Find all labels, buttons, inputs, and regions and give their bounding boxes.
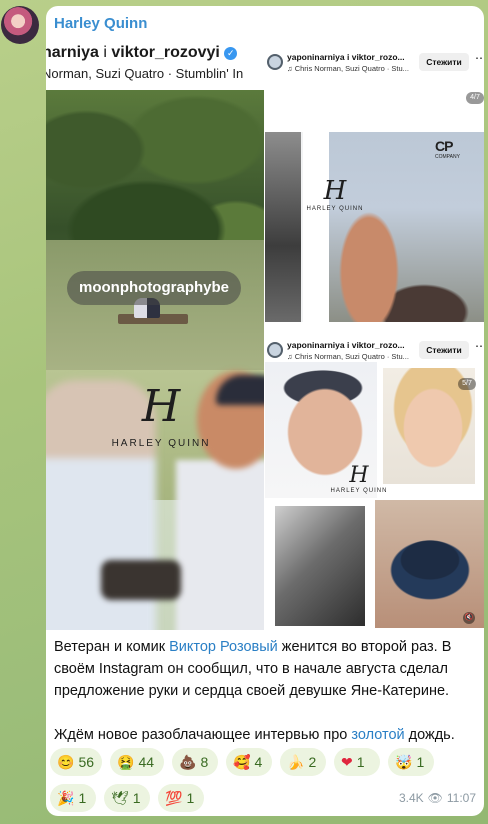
story-mention-tag: moonphotographybe bbox=[67, 271, 241, 305]
caption-link-golden[interactable]: золотой bbox=[351, 727, 404, 743]
reaction-hundred[interactable]: 💯 1 bbox=[158, 784, 204, 812]
ig-avatar bbox=[267, 342, 283, 358]
reaction-count: 1 bbox=[132, 790, 141, 806]
heart-icon: ❤ bbox=[341, 754, 353, 770]
ig-follow-button: Стежити bbox=[419, 341, 469, 359]
mind-blown-icon: 🤯 bbox=[395, 754, 413, 770]
ig-photo-2-ring bbox=[375, 500, 484, 628]
channel-name[interactable]: Harley Quinn bbox=[54, 15, 147, 32]
reaction-count: 1 bbox=[78, 790, 87, 806]
vomit-icon: 🤮 bbox=[117, 754, 135, 770]
ig-photo-1-main bbox=[329, 132, 484, 322]
ig-follow-button: Стежити bbox=[419, 53, 469, 71]
logo-word: HARLEY QUINN bbox=[111, 438, 211, 449]
ig-photo-1-strip bbox=[303, 132, 329, 322]
eye-icon: 👁 bbox=[427, 791, 443, 805]
ig-post-header-1: yaponinarniya і viktor_rozo... ♫ Chris N… bbox=[265, 48, 484, 88]
reaction-love[interactable]: 🥰 4 bbox=[226, 748, 272, 776]
channel-avatar[interactable] bbox=[1, 6, 39, 44]
reaction-count: 1 bbox=[416, 754, 425, 770]
reaction-poop[interactable]: 💩 8 bbox=[172, 748, 218, 776]
story-username-1: narniya bbox=[46, 44, 99, 61]
ig-page-counter: 4/7 bbox=[466, 92, 484, 104]
story-usernames: narniya і viktor_rozovyi ✓ bbox=[46, 44, 238, 62]
caption-paragraph-2: Ждём новое разоблачающее интервью про зо… bbox=[54, 724, 474, 746]
more-icon: ⋯ bbox=[475, 339, 484, 353]
story-music: Norman, Suzi Quatro · Stumblin' In bbox=[46, 66, 244, 81]
hundred-icon: 💯 bbox=[165, 790, 183, 806]
ig-page-counter: 5/7 bbox=[458, 378, 476, 390]
ig-photo-1-left bbox=[265, 132, 301, 322]
ig-music: ♫ Chris Norman, Suzi Quatro · Stu... bbox=[287, 352, 409, 361]
ig-music: ♫ Chris Norman, Suzi Quatro · Stu... bbox=[287, 64, 409, 73]
ig-avatar bbox=[267, 54, 283, 70]
reaction-heart[interactable]: ❤ 1 bbox=[334, 748, 380, 776]
reaction-mindblown[interactable]: 🤯 1 bbox=[388, 748, 434, 776]
caption-text: дождь. bbox=[404, 727, 455, 743]
story-header: narniya і viktor_rozovyi ✓ Norman, Suzi … bbox=[46, 40, 264, 90]
logo-mark-icon: H bbox=[141, 381, 181, 432]
story-username-2: viktor_rozovyi bbox=[111, 44, 220, 61]
reaction-count: 8 bbox=[200, 754, 209, 770]
story-ring-box bbox=[101, 560, 181, 600]
caption-text: Ждём новое разоблачающее интервью про bbox=[54, 727, 352, 743]
reaction-smile[interactable]: 😊 56 bbox=[50, 748, 102, 776]
logo-word: HARLEY QUINN bbox=[330, 488, 388, 494]
reaction-dove[interactable]: 🕊 1 bbox=[104, 784, 150, 812]
caption-link-person[interactable]: Виктор Розовый bbox=[169, 639, 278, 655]
smile-icon: 😊 bbox=[57, 754, 75, 770]
reaction-vomit[interactable]: 🤮 44 bbox=[110, 748, 164, 776]
message-time: 11:07 bbox=[446, 791, 476, 805]
reaction-count: 56 bbox=[78, 754, 95, 770]
banana-icon: 🍌 bbox=[287, 754, 305, 770]
reaction-count: 1 bbox=[186, 790, 195, 806]
ig-photo-2-bw bbox=[275, 506, 365, 626]
party-icon: 🎉 bbox=[57, 790, 75, 806]
logo-mark-icon: H bbox=[323, 176, 347, 206]
reaction-party[interactable]: 🎉 1 bbox=[50, 784, 96, 812]
brand-mark: CP bbox=[435, 138, 453, 154]
message-bubble: Harley Quinn narniya і viktor_rozovyi ✓ … bbox=[46, 6, 484, 816]
brand-logo: CP COMPANY bbox=[435, 138, 460, 160]
reaction-banana[interactable]: 🍌 2 bbox=[280, 748, 326, 776]
verified-icon: ✓ bbox=[224, 47, 238, 60]
media-photo-collage[interactable]: yaponinarniya і viktor_rozo... ♫ Chris N… bbox=[265, 40, 484, 630]
dove-icon: 🕊 bbox=[111, 790, 129, 806]
media-photo-story[interactable]: narniya і viktor_rozovyi ✓ Norman, Suzi … bbox=[46, 40, 264, 630]
ig-title: yaponinarniya і viktor_rozo... bbox=[287, 340, 405, 350]
caption-text: Ветеран и комик bbox=[54, 639, 170, 655]
logo-mark-icon: H bbox=[349, 463, 369, 488]
harley-quinn-logo-small: H HARLEY QUINN bbox=[329, 463, 389, 495]
message-meta: 3.4K 👁 11:07 bbox=[399, 791, 476, 805]
reaction-count: 4 bbox=[254, 754, 263, 770]
message-text: Ветеран и комик Виктор Розовый женится в… bbox=[54, 636, 474, 746]
ig-title: yaponinarniya і viktor_rozo... bbox=[287, 52, 405, 62]
logo-word: HARLEY QUINN bbox=[306, 206, 364, 212]
ig-photo-2: H HARLEY QUINN 🔇 bbox=[265, 362, 484, 630]
mute-icon: 🔇 bbox=[463, 612, 475, 624]
brand-sub: COMPANY bbox=[435, 154, 460, 160]
harley-quinn-logo-small: H HARLEY QUINN bbox=[305, 176, 365, 212]
reaction-count: 1 bbox=[356, 754, 365, 770]
caption-paragraph-1: Ветеран и комик Виктор Розовый женится в… bbox=[54, 636, 474, 702]
reaction-count: 2 bbox=[308, 754, 317, 770]
ig-photo-1: CP COMPANY H HARLEY QUINN bbox=[265, 132, 484, 322]
love-face-icon: 🥰 bbox=[233, 754, 251, 770]
poop-icon: 💩 bbox=[179, 754, 197, 770]
more-icon: ⋯ bbox=[475, 51, 484, 65]
view-count: 3.4K bbox=[398, 791, 424, 805]
harley-quinn-logo: H HARLEY QUINN bbox=[106, 382, 216, 462]
story-joiner: і bbox=[103, 44, 107, 61]
reaction-count: 44 bbox=[138, 754, 155, 770]
